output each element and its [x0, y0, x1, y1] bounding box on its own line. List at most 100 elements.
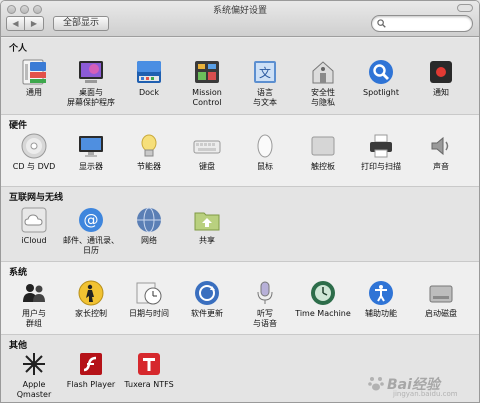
sharing-icon	[194, 212, 220, 231]
pane-accessibility[interactable]: 辅助功能	[352, 279, 410, 319]
pane-displays[interactable]: 显示器	[62, 132, 120, 172]
search-icon	[377, 19, 386, 28]
pane-label: 节能器	[137, 162, 161, 171]
pane-keyboard[interactable]: 键盘	[178, 132, 236, 172]
pane-print-scan[interactable]: 打印与扫描	[352, 132, 410, 172]
pane-dictation-speech[interactable]: 听写 与语音	[236, 279, 294, 329]
pane-dock[interactable]: Dock	[120, 58, 178, 98]
pane-label: 语言 与文本	[253, 88, 277, 107]
startup-disk-icon	[429, 285, 453, 303]
accessibility-icon	[369, 281, 393, 305]
users-icon	[23, 284, 45, 302]
pane-language-text[interactable]: 文 语言 与文本	[236, 58, 294, 108]
pane-tuxera-ntfs[interactable]: Tuxera NTFS	[120, 350, 178, 390]
pane-trackpad[interactable]: 触控板	[294, 132, 352, 172]
pane-apple-qmaster[interactable]: Apple Qmaster	[5, 350, 63, 400]
cd-dvd-icon	[21, 133, 47, 159]
pane-label: 通用	[26, 88, 42, 97]
pane-mouse[interactable]: 鼠标	[236, 132, 294, 172]
pane-time-machine[interactable]: Time Machine	[294, 279, 352, 319]
general-icon	[22, 59, 46, 85]
pane-desktop-screensaver[interactable]: 桌面与 屏幕保护程序	[62, 58, 120, 108]
trackpad-icon	[311, 136, 335, 156]
section-internet-wireless: 互联网与无线 iCloud @ 邮件、通讯录、 日历 网络 共享	[1, 187, 479, 262]
pane-label: 网络	[141, 236, 157, 245]
pane-label: 打印与扫描	[361, 162, 401, 171]
pane-label: 触控板	[311, 162, 335, 171]
section-other: 其他 Apple Qmaster Flash Player Tuxera NTF…	[1, 335, 479, 402]
pane-network[interactable]: 网络	[120, 206, 178, 246]
mouse-icon	[257, 134, 273, 158]
pane-label: 邮件、通讯录、 日历	[63, 236, 119, 255]
pane-date-time[interactable]: 日期与时间	[120, 279, 178, 319]
icloud-icon	[21, 207, 47, 233]
search-input[interactable]	[388, 17, 468, 30]
pane-startup-disk[interactable]: 启动磁盘	[412, 279, 470, 319]
pane-label: 用户与 群组	[22, 309, 46, 328]
pane-notifications[interactable]: 通知	[412, 58, 470, 98]
pane-sharing[interactable]: 共享	[178, 206, 236, 246]
pane-parental-controls[interactable]: 家长控制	[62, 279, 120, 319]
pane-flash-player[interactable]: Flash Player	[62, 350, 120, 390]
security-icon	[312, 61, 334, 84]
pane-label: iCloud	[21, 236, 47, 245]
pane-cd-dvd[interactable]: CD 与 DVD	[5, 132, 63, 172]
dock-icon	[137, 61, 161, 83]
pane-spotlight[interactable]: Spotlight	[352, 58, 410, 98]
section-hardware: 硬件 CD 与 DVD 显示器 节能器 键盘 鼠标 触控板 打印与扫描 声音	[1, 115, 479, 187]
forward-arrow-icon: ▶	[30, 19, 38, 28]
back-button[interactable]: ◀	[6, 16, 25, 31]
pane-label: 桌面与 屏幕保护程序	[67, 88, 115, 107]
energy-saver-icon	[141, 134, 157, 157]
display-icon	[79, 136, 103, 157]
sound-icon	[431, 136, 449, 156]
pane-label: Flash Player	[66, 380, 116, 389]
search-field[interactable]	[371, 15, 473, 32]
title-bar: 系统偏好设置 ◀ ▶ 全部显示	[1, 1, 479, 37]
pane-label: 日期与时间	[129, 309, 169, 318]
pane-users-groups[interactable]: 用户与 群组	[5, 279, 63, 329]
pane-energy-saver[interactable]: 节能器	[120, 132, 178, 172]
desktop-icon	[79, 61, 103, 83]
pane-label: 通知	[433, 88, 449, 97]
language-icon: 文	[254, 61, 276, 83]
parental-controls-icon	[78, 280, 104, 306]
keyboard-icon	[193, 140, 221, 154]
pane-label: 显示器	[79, 162, 103, 171]
pane-label: 听写 与语音	[253, 309, 277, 328]
pane-label: 共享	[199, 236, 215, 245]
pane-general[interactable]: 通用	[5, 58, 63, 98]
pane-mail-contacts-calendars[interactable]: @ 邮件、通讯录、 日历	[62, 206, 120, 256]
preferences-content: 个人 通用 桌面与 屏幕保护程序 Dock Mission Control 文 …	[1, 38, 479, 402]
section-title: 系统	[9, 268, 28, 278]
qmaster-icon	[23, 353, 45, 375]
pane-label: 家长控制	[75, 309, 107, 318]
pane-label: CD 与 DVD	[12, 162, 56, 171]
section-system: 系统 用户与 群组 家长控制 日期与时间 软件更新 听写 与语音 Time Ma…	[1, 262, 479, 335]
pane-label: Spotlight	[363, 88, 399, 97]
pane-sound[interactable]: 声音	[412, 132, 470, 172]
svg-text:文: 文	[259, 65, 271, 80]
time-machine-icon	[311, 281, 335, 305]
pane-icloud[interactable]: iCloud	[5, 206, 63, 246]
pane-label: Mission Control	[192, 88, 222, 107]
pane-label: 启动磁盘	[425, 309, 457, 318]
dictation-icon	[257, 281, 273, 304]
pane-mission-control[interactable]: Mission Control	[178, 58, 236, 108]
watermark-url: jingyan.baidu.com	[393, 390, 458, 398]
pane-label: 软件更新	[191, 309, 223, 318]
pane-security-privacy[interactable]: 安全性 与隐私	[294, 58, 352, 108]
pane-label: 键盘	[199, 162, 215, 171]
tuxera-ntfs-icon	[138, 353, 160, 375]
section-title: 互联网与无线	[9, 193, 64, 203]
pane-software-update[interactable]: 软件更新	[178, 279, 236, 319]
toolbar-toggle-button[interactable]	[457, 4, 473, 12]
notifications-icon	[430, 61, 452, 83]
show-all-button[interactable]: 全部显示	[53, 16, 109, 31]
svg-text:@: @	[84, 211, 99, 229]
pane-label: 辅助功能	[365, 309, 397, 318]
mission-control-icon	[195, 61, 219, 83]
software-update-icon	[195, 281, 219, 305]
mail-icon: @	[79, 208, 103, 232]
forward-button[interactable]: ▶	[25, 16, 44, 31]
